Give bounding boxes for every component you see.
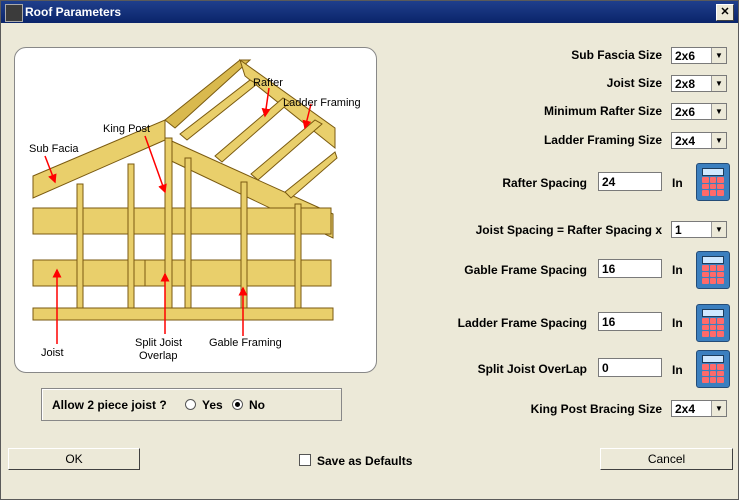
- ladder-frame-spacing-unit: In: [672, 316, 683, 330]
- chevron-down-icon[interactable]: ▼: [711, 104, 726, 119]
- title-bar[interactable]: Roof Parameters ✕: [1, 1, 738, 23]
- chevron-down-icon[interactable]: ▼: [711, 133, 726, 148]
- sub-fascia-size-value: 2x6: [675, 49, 696, 63]
- king-post: [164, 137, 173, 309]
- calculator-icon: [702, 355, 724, 363]
- calculator-icon: [702, 309, 724, 317]
- calculator-icon: [702, 168, 724, 176]
- ladder-frame-spacing-label: Ladder Frame Spacing: [457, 316, 587, 330]
- stud-4: [240, 181, 248, 309]
- no-radio[interactable]: [232, 399, 243, 410]
- roof-framing-diagram: Rafter Ladder Framing King Post Sub Faci…: [14, 47, 377, 373]
- split-joist-right: [144, 259, 332, 287]
- framing-illustration: Rafter Ladder Framing King Post Sub Faci…: [29, 58, 361, 362]
- king-post-bracing-size-value: 2x4: [675, 402, 696, 416]
- ladder-framing-size-value: 2x4: [675, 134, 696, 148]
- bottom-plate: [32, 307, 334, 321]
- window-title: Roof Parameters: [25, 5, 122, 19]
- king-post-bracing-size-label: King Post Bracing Size: [530, 402, 662, 416]
- minimum-rafter-size-label: Minimum Rafter Size: [543, 104, 662, 118]
- gable-frame-spacing-unit: In: [672, 263, 683, 277]
- calculator-icon: [702, 256, 724, 264]
- cancel-button[interactable]: Cancel: [600, 448, 733, 470]
- save-as-defaults-label[interactable]: Save as Defaults: [317, 454, 412, 468]
- gable-frame-spacing-label: Gable Frame Spacing: [464, 263, 587, 277]
- roof-parameters-dialog: Roof Parameters ✕ Rafter Ladder Framing …: [0, 0, 739, 500]
- rafter-label: Rafter: [253, 77, 283, 89]
- minimum-rafter-size-select[interactable]: 2x6 ▼: [671, 103, 727, 120]
- no-radio-label[interactable]: No: [249, 398, 265, 412]
- yes-radio-label[interactable]: Yes: [202, 398, 223, 412]
- split-joist-label: Split Joist: [135, 337, 182, 349]
- split-joist-overlap-unit: In: [672, 363, 683, 377]
- joist-size-value: 2x8: [675, 77, 696, 91]
- split-joist-overlap-label: Split Joist OverLap: [477, 362, 587, 376]
- chevron-down-icon[interactable]: ▼: [711, 401, 726, 416]
- ladder-frame-spacing-input[interactable]: 16: [598, 312, 662, 331]
- ladder-framing-size-label: Ladder Framing Size: [543, 133, 662, 147]
- chevron-down-icon[interactable]: ▼: [711, 222, 726, 237]
- allow-two-piece-joist-group: Allow 2 piece joist ? Yes No: [41, 388, 342, 421]
- rafter-spacing-input[interactable]: 24: [598, 172, 662, 191]
- rafter-spacing-label: Rafter Spacing: [502, 176, 587, 190]
- split-joist-overlap-calculator-button[interactable]: [696, 350, 730, 388]
- close-button[interactable]: ✕: [716, 4, 734, 21]
- sub-facia-label: Sub Facia: [29, 143, 79, 155]
- king-post-label: King Post: [103, 123, 150, 135]
- split-joist-overlap-input[interactable]: 0: [598, 358, 662, 377]
- joist-spacing-multiplier-select[interactable]: 1 ▼: [671, 221, 727, 238]
- stud-3: [184, 157, 192, 309]
- stud-2: [127, 163, 135, 309]
- sub-fascia-size-label: Sub Fascia Size: [571, 48, 662, 62]
- save-as-defaults-checkbox[interactable]: [299, 454, 311, 466]
- king-post-bracing-size-select[interactable]: 2x4 ▼: [671, 400, 727, 417]
- ladder-framing-label: Ladder Framing: [283, 97, 361, 109]
- rafter-spacing-unit: In: [672, 176, 683, 190]
- gable-framing-label: Gable Framing: [209, 337, 282, 349]
- ladder-framing-size-select[interactable]: 2x4 ▼: [671, 132, 727, 149]
- joist-spacing-multiplier-value: 1: [675, 223, 682, 237]
- allow-two-piece-joist-question: Allow 2 piece joist ?: [52, 398, 167, 412]
- ok-button[interactable]: OK: [8, 448, 140, 470]
- gable-frame-spacing-input[interactable]: 16: [598, 259, 662, 278]
- stud-1: [76, 183, 84, 309]
- overlap-label: Overlap: [139, 350, 178, 362]
- minimum-rafter-size-value: 2x6: [675, 105, 696, 119]
- yes-radio[interactable]: [185, 399, 196, 410]
- joist-spacing-label: Joist Spacing = Rafter Spacing x: [475, 223, 662, 237]
- app-icon: [5, 4, 23, 22]
- chevron-down-icon[interactable]: ▼: [711, 76, 726, 91]
- rafter-4: [284, 151, 338, 199]
- joist-size-select[interactable]: 2x8 ▼: [671, 75, 727, 92]
- ladder-frame-spacing-calculator-button[interactable]: [696, 304, 730, 342]
- stud-5: [294, 203, 302, 309]
- joist-size-label: Joist Size: [606, 76, 662, 90]
- joist-label: Joist: [41, 347, 64, 359]
- chevron-down-icon[interactable]: ▼: [711, 48, 726, 63]
- gable-frame-spacing-calculator-button[interactable]: [696, 251, 730, 289]
- rafter-spacing-calculator-button[interactable]: [696, 163, 730, 201]
- sub-fascia-size-select[interactable]: 2x6 ▼: [671, 47, 727, 64]
